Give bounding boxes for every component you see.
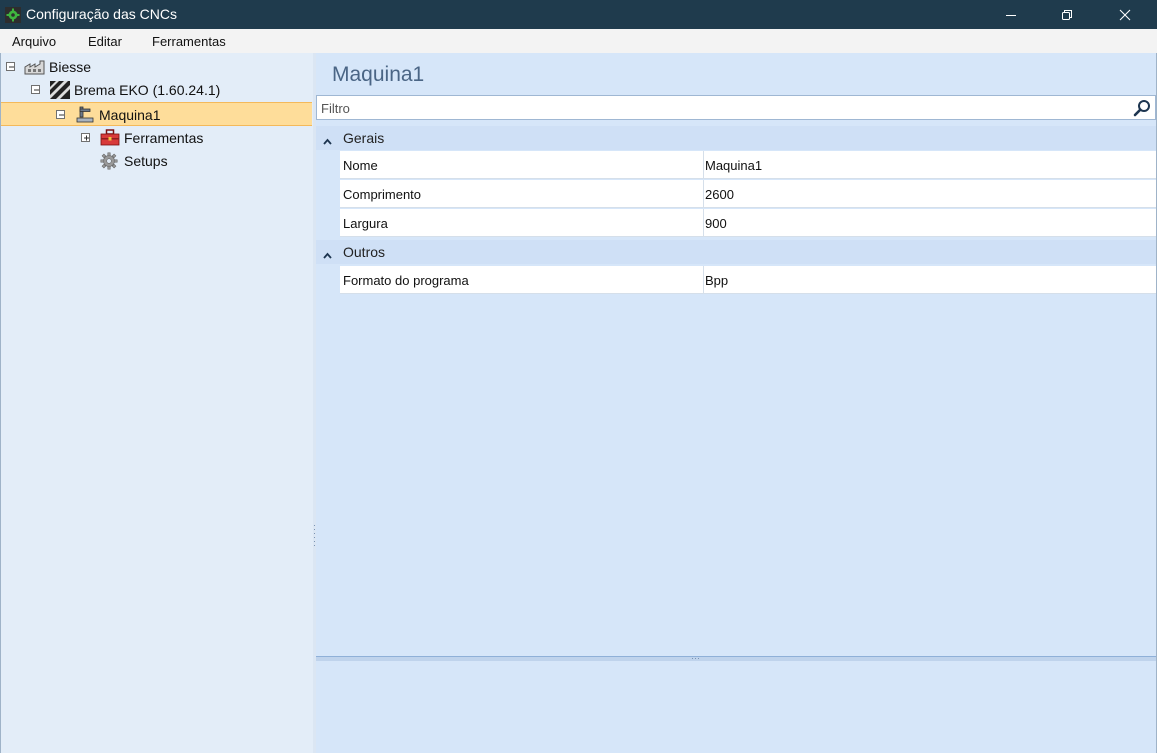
property-value[interactable]: Maquina1 (705, 158, 762, 173)
menu-bar: Arquivo Editar Ferramentas (0, 29, 1157, 53)
property-value[interactable]: 900 (705, 216, 727, 231)
column-divider (703, 209, 704, 237)
menu-editar[interactable]: Editar (88, 34, 122, 49)
gear-app-icon (5, 7, 21, 23)
property-value[interactable]: 2600 (705, 187, 734, 202)
collapse-icon[interactable] (56, 110, 65, 119)
property-name: Formato do programa (343, 273, 469, 288)
category-gerais[interactable]: Gerais (316, 126, 1156, 150)
close-button[interactable] (1102, 0, 1148, 29)
chevron-up-icon[interactable] (323, 247, 332, 262)
toolbox-icon (100, 129, 120, 149)
description-area (316, 661, 1156, 753)
filter-input[interactable] (321, 99, 1121, 117)
tree-node-label: Biesse (49, 59, 92, 75)
tree-node-setups[interactable]: Setups (1, 150, 313, 172)
page-title: Maquina1 (332, 63, 425, 86)
minimize-button[interactable] (988, 0, 1034, 29)
tree-node-brema-eko[interactable]: Brema EKO (1.60.24.1) (1, 79, 313, 101)
category-label: Outros (343, 244, 386, 260)
property-value[interactable]: Bpp (705, 273, 728, 288)
collapse-icon[interactable] (31, 85, 40, 94)
column-divider (703, 266, 704, 294)
property-row-formato-do-programa[interactable]: Formato do programa Bpp (340, 266, 1156, 294)
category-outros[interactable]: Outros (316, 240, 1156, 264)
window-title: Configuração das CNCs (26, 6, 177, 22)
gear-icon (100, 152, 118, 173)
close-icon (1119, 9, 1131, 21)
grip-icon (692, 658, 699, 659)
menu-ferramentas[interactable]: Ferramentas (152, 34, 226, 49)
property-row-nome[interactable]: Nome Maquina1 (340, 151, 1156, 179)
property-pane: Maquina1 Gerais Nome Maquina1 Compriment… (316, 53, 1157, 753)
restore-button[interactable] (1044, 0, 1090, 29)
tree-node-label: Maquina1 (99, 107, 161, 123)
tree-node-biesse[interactable]: Biesse (1, 56, 313, 78)
minimize-icon (1006, 15, 1016, 16)
property-row-largura[interactable]: Largura 900 (340, 209, 1156, 237)
machine-icon (76, 106, 94, 126)
tree-pane: Biesse Brema EKO (1.60.24.1) Maquina1 Fe… (0, 53, 313, 753)
tree-node-label: Setups (124, 153, 168, 169)
tree-node-maquina1[interactable]: Maquina1 (1, 102, 312, 126)
search-icon[interactable] (1133, 99, 1151, 117)
expand-icon[interactable] (81, 133, 90, 142)
property-name: Comprimento (343, 187, 422, 202)
column-divider (703, 180, 704, 208)
factory-icon (24, 59, 46, 78)
title-bar: Configuração das CNCs (0, 0, 1157, 29)
restore-icon (1062, 10, 1072, 20)
property-name: Nome (343, 158, 378, 173)
category-label: Gerais (343, 130, 385, 146)
property-row-comprimento[interactable]: Comprimento 2600 (340, 180, 1156, 208)
chevron-up-icon[interactable] (323, 133, 332, 148)
property-name: Largura (343, 216, 388, 231)
tree-node-label: Brema EKO (1.60.24.1) (74, 82, 221, 98)
filter-box (316, 95, 1156, 120)
tree-node-label: Ferramentas (124, 130, 204, 146)
stripes-icon (50, 81, 70, 102)
tree-node-ferramentas[interactable]: Ferramentas (1, 127, 313, 149)
column-divider (703, 151, 704, 179)
collapse-icon[interactable] (6, 62, 15, 71)
menu-arquivo[interactable]: Arquivo (12, 34, 56, 49)
